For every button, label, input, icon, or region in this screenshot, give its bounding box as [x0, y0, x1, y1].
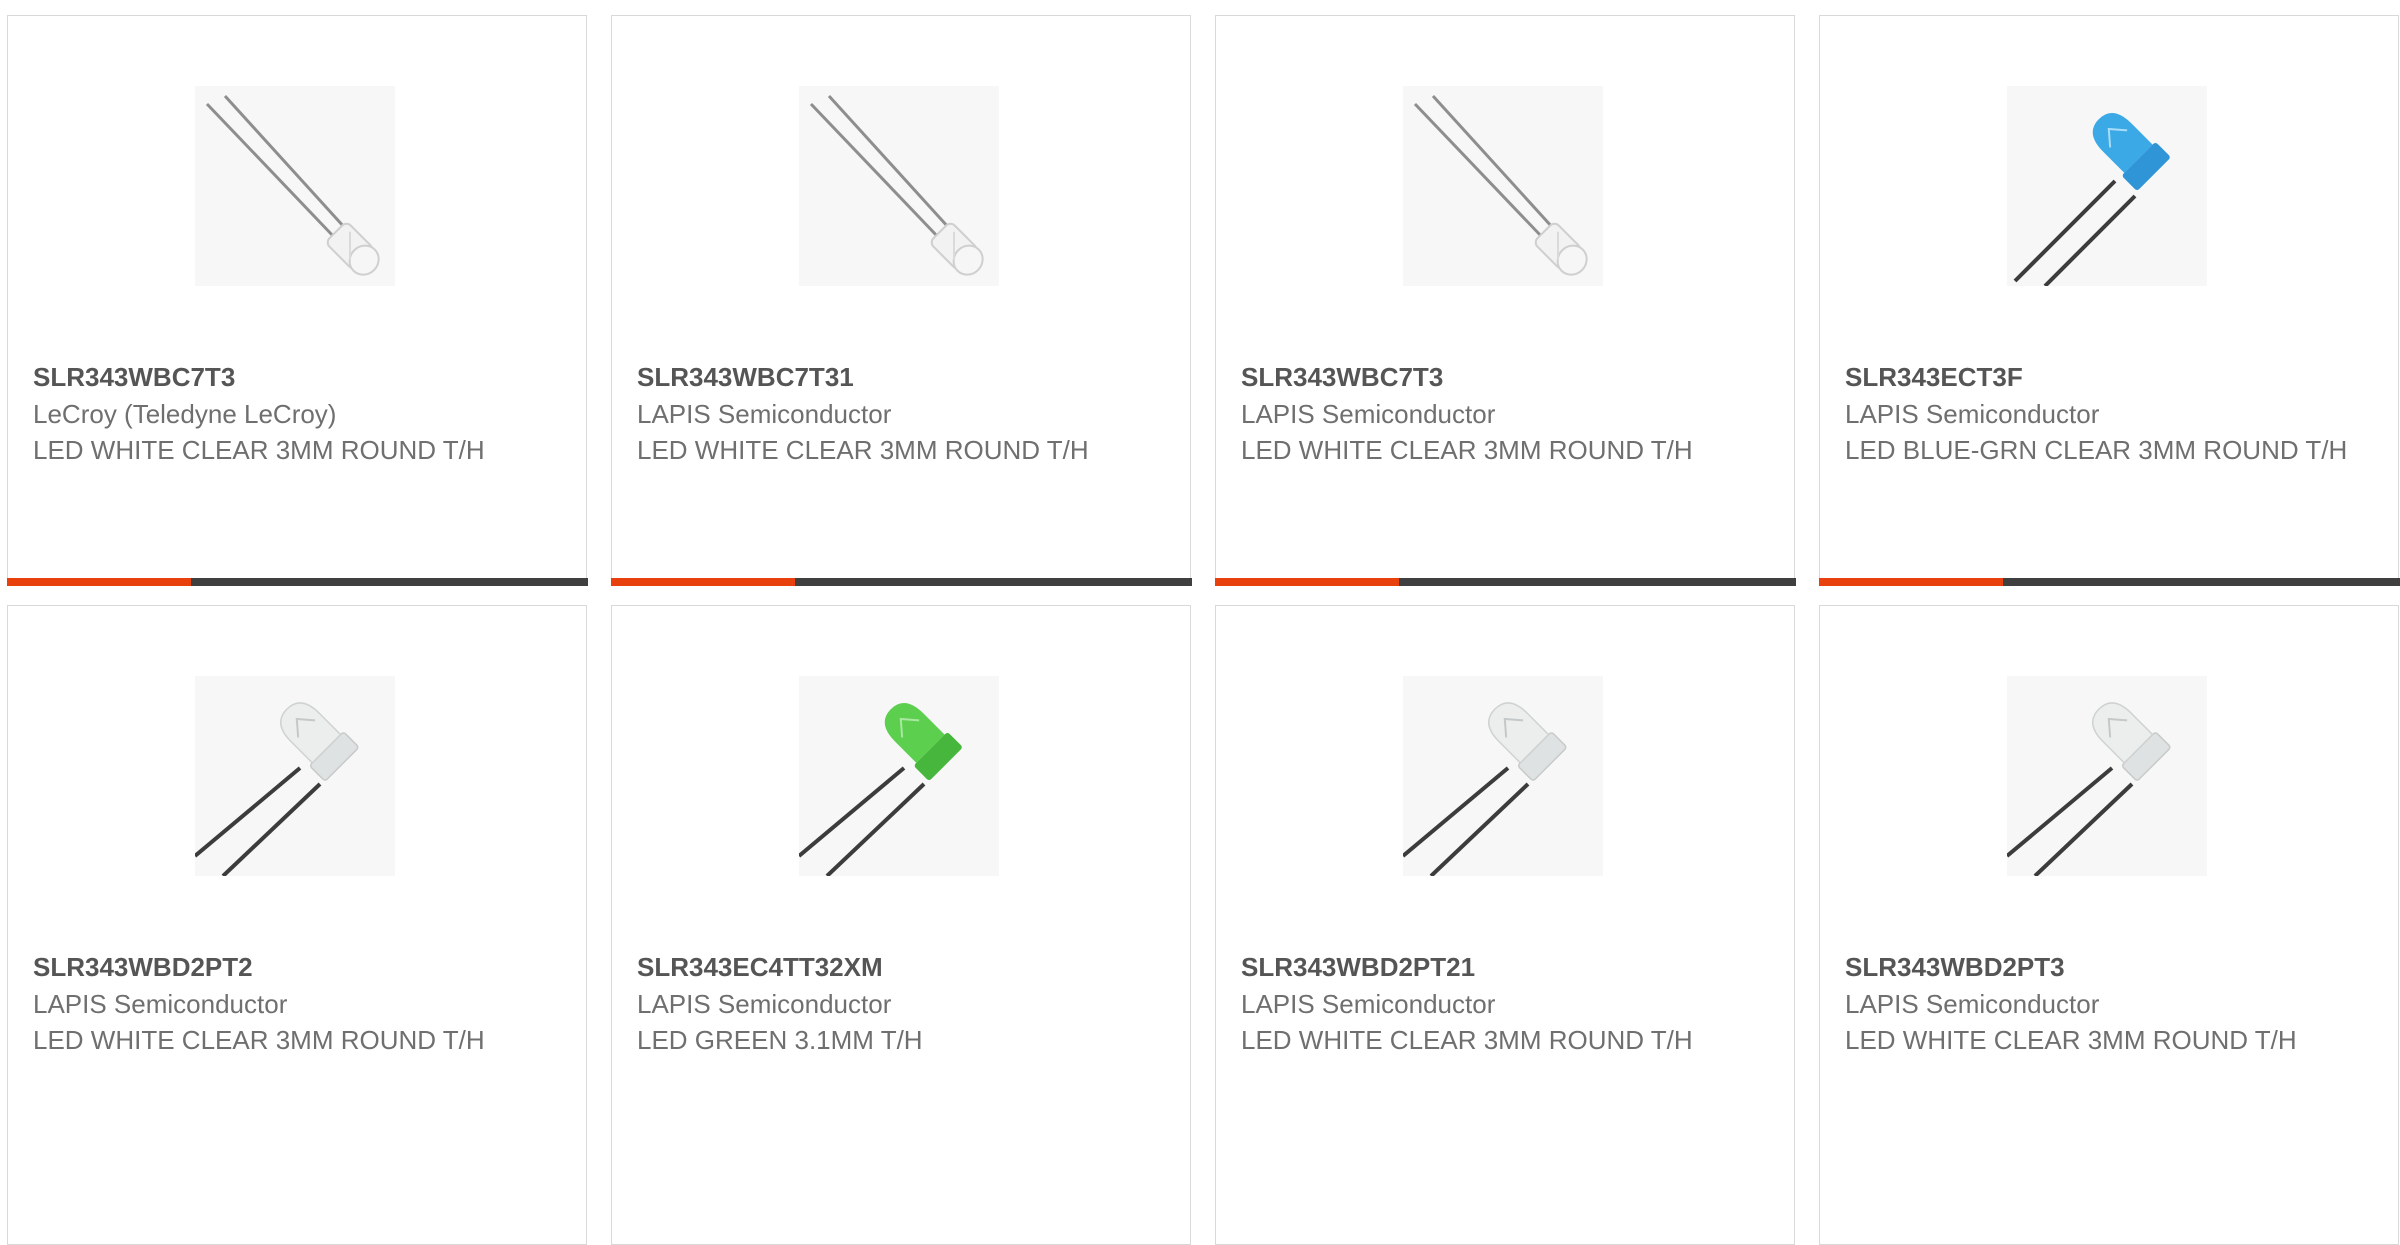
description: LED WHITE CLEAR 3MM ROUND T/H [637, 435, 1089, 465]
product-card[interactable]: SLR343ECT3F LAPIS Semiconductor LED BLUE… [1818, 15, 2400, 586]
product-image[interactable] [799, 676, 999, 876]
description: LED WHITE CLEAR 3MM ROUND T/H [1241, 1025, 1693, 1055]
product-image[interactable] [799, 86, 999, 286]
part-number[interactable]: SLR343WBD2PT2 [33, 948, 566, 986]
card-accent-bar [1818, 577, 2400, 586]
product-card[interactable]: SLR343WBC7T3 LeCroy (Teledyne LeCroy) LE… [6, 15, 588, 586]
part-number[interactable]: SLR343ECT3F [1845, 358, 2378, 396]
product-image[interactable] [2007, 86, 2207, 286]
led-blue-icon [2013, 113, 2170, 286]
product-image[interactable] [2007, 676, 2207, 876]
part-number[interactable]: SLR343WBC7T3 [1241, 358, 1774, 396]
part-number[interactable]: SLR343WBD2PT21 [1241, 948, 1774, 986]
led-side-clear-icon [1413, 94, 1588, 276]
description: LED WHITE CLEAR 3MM ROUND T/H [1241, 435, 1693, 465]
led-clear-icon [195, 702, 359, 876]
manufacturer: LAPIS Semiconductor [1241, 989, 1496, 1019]
accent-segment [1818, 577, 2003, 586]
product-card[interactable]: SLR343WBD2PT2 LAPIS Semiconductor LED WH… [7, 605, 587, 1245]
manufacturer: LAPIS Semiconductor [1241, 399, 1496, 429]
part-number[interactable]: SLR343EC4TT32XM [637, 948, 1170, 986]
product-card[interactable]: SLR343WBC7T31 LAPIS Semiconductor LED WH… [610, 15, 1192, 586]
accent-segment [1214, 577, 1399, 586]
manufacturer: LAPIS Semiconductor [637, 989, 892, 1019]
product-grid: SLR343WBC7T3 LeCroy (Teledyne LeCroy) LE… [6, 15, 2400, 1245]
product-card[interactable]: SLR343WBD2PT3 LAPIS Semiconductor LED WH… [1819, 605, 2399, 1245]
accent-segment [610, 577, 795, 586]
manufacturer: LAPIS Semiconductor [637, 399, 892, 429]
description: LED WHITE CLEAR 3MM ROUND T/H [1845, 1025, 2297, 1055]
manufacturer: LeCroy (Teledyne LeCroy) [33, 399, 337, 429]
product-card[interactable]: SLR343WBC7T3 LAPIS Semiconductor LED WHI… [1214, 15, 1796, 586]
led-clear-icon [2007, 702, 2171, 876]
description: LED GREEN 3.1MM T/H [637, 1025, 923, 1055]
led-clear-icon [1403, 702, 1567, 876]
card-accent-bar [610, 577, 1192, 586]
part-number[interactable]: SLR343WBC7T31 [637, 358, 1170, 396]
part-number[interactable]: SLR343WBD2PT3 [1845, 948, 2378, 986]
product-image[interactable] [195, 676, 395, 876]
description: LED WHITE CLEAR 3MM ROUND T/H [33, 435, 485, 465]
led-green-icon [799, 703, 962, 876]
manufacturer: LAPIS Semiconductor [1845, 399, 2100, 429]
description: LED BLUE-GRN CLEAR 3MM ROUND T/H [1845, 435, 2348, 465]
manufacturer: LAPIS Semiconductor [33, 989, 288, 1019]
description: LED WHITE CLEAR 3MM ROUND T/H [33, 1025, 485, 1055]
led-side-clear-icon [809, 94, 984, 276]
card-accent-bar [1214, 577, 1796, 586]
accent-segment [6, 577, 191, 586]
card-accent-bar [6, 577, 588, 586]
product-image[interactable] [195, 86, 395, 286]
product-image[interactable] [1403, 676, 1603, 876]
manufacturer: LAPIS Semiconductor [1845, 989, 2100, 1019]
part-number[interactable]: SLR343WBC7T3 [33, 358, 566, 396]
product-card[interactable]: SLR343WBD2PT21 LAPIS Semiconductor LED W… [1215, 605, 1795, 1245]
product-image[interactable] [1403, 86, 1603, 286]
product-card[interactable]: SLR343EC4TT32XM LAPIS Semiconductor LED … [611, 605, 1191, 1245]
led-side-clear-icon [205, 94, 380, 276]
